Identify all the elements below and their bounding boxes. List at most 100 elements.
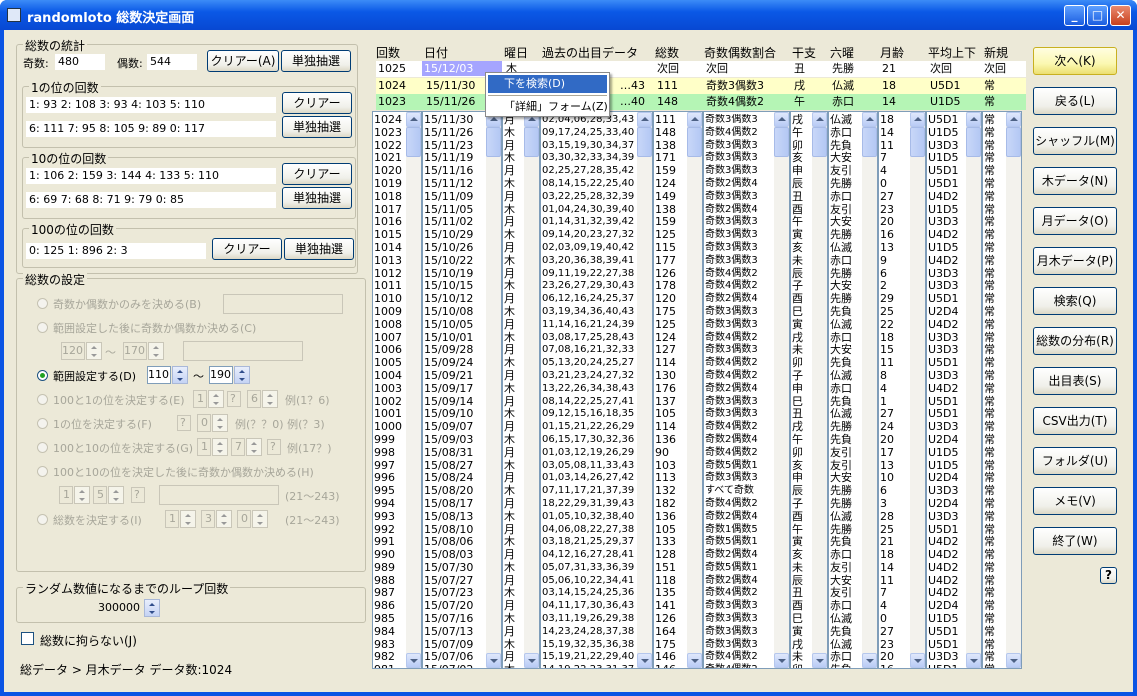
opt8-b-arrows[interactable] <box>216 510 232 528</box>
scroll-thumb[interactable] <box>774 127 789 157</box>
opt6-b-arrows[interactable] <box>246 438 262 456</box>
deme-scrollbar[interactable] <box>637 112 652 668</box>
scroll-thumb[interactable] <box>910 127 925 157</box>
stats-single-draw-button[interactable]: 単独抽選 <box>281 50 351 72</box>
shuffle-button[interactable]: シャッフル(M) <box>1033 127 1117 155</box>
opt-hundreds-tens-radio[interactable] <box>37 442 48 453</box>
opt-ones-radio[interactable] <box>37 418 48 429</box>
scroll-thumb[interactable] <box>687 127 702 157</box>
scroll-down-icon[interactable] <box>1006 653 1021 668</box>
scroll-thumb[interactable] <box>637 127 652 157</box>
scroll-down-icon[interactable] <box>862 653 877 668</box>
scroll-down-icon[interactable] <box>637 653 652 668</box>
rokuyou-list[interactable]: 仏滅 赤口 先負 大安 友引 先勝 赤口 友引 大安 先勝 仏滅 赤口 先勝 大… <box>828 111 878 669</box>
heikin-list[interactable]: U5D1 U1D5 U3D3 U1D5 U5D1 U5D1 U4D2 U1D5 … <box>926 111 982 669</box>
loop-count-arrows[interactable] <box>144 599 160 617</box>
opt8-c-value[interactable]: 0 <box>237 510 251 528</box>
opt4-a-arrows[interactable] <box>208 390 224 408</box>
scroll-thumb[interactable] <box>966 127 981 157</box>
opt3-to-arrows[interactable] <box>234 366 250 384</box>
opt6-a-arrows[interactable] <box>212 438 228 456</box>
context-detail-form[interactable]: 「詳細」フォーム(Z) <box>488 98 608 116</box>
stats-clear-button[interactable]: クリアー(A) <box>207 50 279 72</box>
table-row[interactable]: 1024 15/11/30 月 …43 111 奇数3偶数3 戌 仏滅 18 U… <box>376 78 1026 94</box>
scroll-down-icon[interactable] <box>910 653 925 668</box>
opt8-b-value[interactable]: 3 <box>201 510 215 528</box>
scroll-down-icon[interactable] <box>966 653 981 668</box>
opt2-result-field[interactable] <box>183 341 303 361</box>
scroll-up-icon[interactable] <box>812 112 827 127</box>
opt3-from-arrows[interactable] <box>172 366 188 384</box>
tens-single-draw-button[interactable]: 単独抽選 <box>282 187 352 209</box>
youbi-scrollbar[interactable] <box>524 112 539 668</box>
monthu-data-button[interactable]: 月木データ(P) <box>1033 247 1117 275</box>
hundreds-single-draw-button[interactable]: 単独抽選 <box>284 238 354 260</box>
opt2-from-arrows[interactable] <box>86 342 102 360</box>
opt-hundreds-tens-parity-radio[interactable] <box>37 466 48 477</box>
loop-count-value[interactable]: 300000 <box>77 599 143 617</box>
date-list-items[interactable]: 15/11/30 15/11/26 15/11/23 15/11/19 15/1… <box>424 114 486 668</box>
distribution-button[interactable]: 総数の分布(R) <box>1033 327 1117 355</box>
scroll-down-icon[interactable] <box>524 653 539 668</box>
tens-clear-button[interactable]: クリアー <box>282 163 352 185</box>
scroll-down-icon[interactable] <box>406 653 421 668</box>
opt8-a-value[interactable]: 1 <box>165 510 179 528</box>
opt3-to-value[interactable]: 190 <box>209 366 233 384</box>
opt2-to-arrows[interactable] <box>148 342 164 360</box>
scroll-up-icon[interactable] <box>910 112 925 127</box>
context-search-below[interactable]: 下を検索(D) <box>488 75 607 93</box>
scroll-thumb[interactable] <box>524 127 539 157</box>
opt5-a-field[interactable]: ? <box>177 415 191 431</box>
ignore-total-checkbox[interactable] <box>21 632 34 645</box>
getsurei-list[interactable]: 18 14 11 7 4 0 27 23 20 16 13 9 6 2 29 2… <box>878 111 926 669</box>
opt7-b-arrows[interactable] <box>108 486 124 504</box>
scroll-up-icon[interactable] <box>966 112 981 127</box>
folder-button[interactable]: フォルダ(U) <box>1033 447 1117 475</box>
eto-list[interactable]: 戌 午 卯 亥 申 辰 丑 酉 午 寅 亥 未 辰 子 酉 巳 寅 戌 未 卯 … <box>790 111 828 669</box>
maximize-button[interactable]: □ <box>1087 5 1108 26</box>
opt6-c-field[interactable]: ? <box>267 439 281 455</box>
opt7-result-field[interactable] <box>159 485 279 505</box>
sousu-list[interactable]: 111 148 138 171 159 124 149 138 159 125 … <box>653 111 703 669</box>
ones-clear-button[interactable]: クリアー <box>282 92 352 114</box>
search-button[interactable]: 検索(Q) <box>1033 287 1117 315</box>
shinki-scrollbar[interactable] <box>1006 112 1021 668</box>
opt4-c-arrows[interactable] <box>262 390 278 408</box>
wariai-scrollbar[interactable] <box>774 112 789 668</box>
scroll-up-icon[interactable] <box>406 112 421 127</box>
kaisu-scrollbar[interactable] <box>406 112 421 668</box>
deme-table-button[interactable]: 出目表(S) <box>1033 367 1117 395</box>
scroll-up-icon[interactable] <box>687 112 702 127</box>
minimize-button[interactable]: _ <box>1064 5 1085 26</box>
opt7-c-field[interactable]: ? <box>131 487 145 503</box>
opt6-a-value[interactable]: 1 <box>197 438 211 456</box>
eto-scrollbar[interactable] <box>812 112 827 668</box>
opt3-from-value[interactable]: 110 <box>147 366 171 384</box>
date-list[interactable]: 15/11/30 15/11/26 15/11/23 15/11/19 15/1… <box>422 111 502 669</box>
scroll-thumb[interactable] <box>486 127 501 157</box>
sousu-scrollbar[interactable] <box>687 112 702 668</box>
sousu-list-items[interactable]: 111 148 138 171 159 124 149 138 159 125 … <box>655 114 687 668</box>
shinki-list-items[interactable]: 常 常 常 常 常 常 常 常 常 常 常 常 常 常 常 常 常 常 常 常 … <box>984 114 1006 668</box>
eto-list-items[interactable]: 戌 午 卯 亥 申 辰 丑 酉 午 寅 亥 未 辰 子 酉 巳 寅 戌 未 卯 … <box>792 114 812 668</box>
scroll-down-icon[interactable] <box>687 653 702 668</box>
back-button[interactable]: 戻る(L) <box>1033 87 1117 115</box>
memo-button[interactable]: メモ(V) <box>1033 487 1117 515</box>
opt5-b-arrows[interactable] <box>212 414 228 432</box>
opt4-c-value[interactable]: 6 <box>247 390 261 408</box>
scroll-thumb[interactable] <box>1006 127 1021 157</box>
scroll-thumb[interactable] <box>862 127 877 157</box>
deme-list[interactable]: 02,04,06,28,33,43 09,17,24,25,33,40 03,1… <box>540 111 653 669</box>
table-row[interactable]: 1023 15/11/26 木 …40 148 奇数4偶数2 午 赤口 14 U… <box>376 94 1026 110</box>
mon-data-button[interactable]: 月データ(O) <box>1033 207 1117 235</box>
opt2-from-value[interactable]: 120 <box>61 342 85 360</box>
hundreds-clear-button[interactable]: クリアー <box>212 238 282 260</box>
thu-data-button[interactable]: 木データ(N) <box>1033 167 1117 195</box>
scroll-up-icon[interactable] <box>1006 112 1021 127</box>
help-button[interactable]: ? <box>1100 567 1117 584</box>
opt7-a-arrows[interactable] <box>74 486 90 504</box>
opt8-c-arrows[interactable] <box>252 510 268 528</box>
opt7-a-value[interactable]: 1 <box>59 486 73 504</box>
scroll-up-icon[interactable] <box>637 112 652 127</box>
opt4-a-value[interactable]: 1 <box>193 390 207 408</box>
